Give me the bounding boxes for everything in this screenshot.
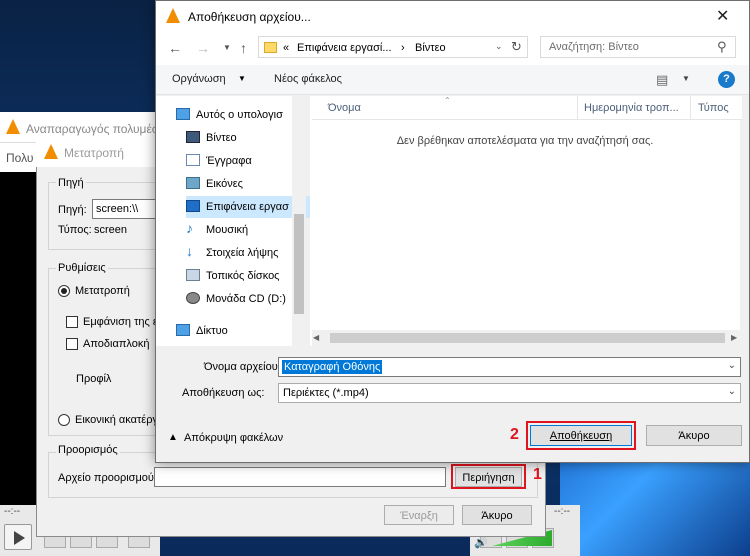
music-folder-icon: ♪ xyxy=(186,220,193,236)
source-input-value: screen:\\ xyxy=(96,203,139,215)
vlc-cone-icon xyxy=(6,119,20,134)
tree-scrollbar-thumb[interactable] xyxy=(294,214,304,314)
type-value: screen xyxy=(94,224,128,236)
convert-title: Μετατροπή xyxy=(64,146,124,160)
type-label: Τύπος: xyxy=(58,224,92,236)
scroll-left-icon[interactable]: ◀ xyxy=(313,333,319,342)
column-header: Όνομα ⌃ Ημερομηνία τροπ... Τύπος xyxy=(312,96,742,120)
cd-drive-icon xyxy=(186,292,200,304)
filename-input[interactable]: Καταγραφή Οθόνης ⌄ xyxy=(278,357,741,377)
show-output-label: Εμφάνιση της εξ xyxy=(83,316,155,328)
deinterlace-label: Αποδιαπλοκή xyxy=(83,338,150,350)
save-as-dropdown-icon[interactable]: ⌄ xyxy=(728,386,736,397)
column-type[interactable]: Τύπος xyxy=(698,102,729,114)
save-as-label: Αποθήκευση ως: xyxy=(182,387,265,399)
address-prefix: « xyxy=(283,42,290,54)
vlc-time-total: --:-- xyxy=(554,506,571,517)
new-folder-button[interactable]: Νέος φάκελος xyxy=(274,73,342,85)
column-name[interactable]: Όνομα xyxy=(328,102,361,114)
column-date[interactable]: Ημερομηνία τροπ... xyxy=(584,102,679,114)
filename-value: Καταγραφή Οθόνης xyxy=(282,360,383,374)
tree-item-label: Αυτός ο υπολογισ xyxy=(196,109,283,121)
destination-group-title: Προορισμός xyxy=(56,444,120,456)
save-button[interactable]: Αποθήκευση xyxy=(530,425,632,446)
source-input[interactable]: screen:\\ xyxy=(92,199,162,219)
sort-up-icon: ⌃ xyxy=(444,96,451,105)
filename-dropdown-icon[interactable]: ⌄ xyxy=(728,360,736,371)
filename-label: Όνομα αρχείου: xyxy=(204,361,281,373)
save-cancel-button[interactable]: Άκυρο xyxy=(646,425,742,446)
source-label: Πηγή: xyxy=(58,204,87,216)
source-group-title: Πηγή xyxy=(56,177,86,189)
deinterlace-checkbox[interactable] xyxy=(66,338,78,350)
view-dropdown-icon[interactable]: ▼ xyxy=(682,74,690,83)
desktop-folder-icon xyxy=(186,200,200,212)
save-title-bar: Αποθήκευση αρχείου... xyxy=(156,1,749,31)
network-icon xyxy=(176,324,190,336)
show-output-checkbox[interactable] xyxy=(66,316,78,328)
annotation-step-2: 2 xyxy=(510,426,519,443)
view-options-icon[interactable]: ▤ xyxy=(656,72,668,88)
vlc-cone-icon xyxy=(44,144,58,159)
search-icon: ⚲ xyxy=(717,39,727,54)
address-bar[interactable]: « Επιφάνεια εργασί... › Βίντεο ⌄ ↻ xyxy=(258,36,528,58)
vlc-menu-item[interactable]: Πολυ xyxy=(6,151,33,165)
annotation-step-1: 1 xyxy=(533,466,542,483)
vlc-time-elapsed: --:-- xyxy=(4,506,21,517)
command-toolbar: Οργάνωση ▼ Νέος φάκελος ▤ ▼ ? xyxy=(156,65,749,95)
history-dropdown-icon[interactable]: ▼ xyxy=(223,43,231,52)
back-arrow-icon[interactable]: ← xyxy=(168,40,182,56)
local-disk-icon xyxy=(186,269,200,281)
hide-folders-button[interactable]: Απόκρυψη φακέλων xyxy=(184,432,283,444)
forward-arrow-icon[interactable]: → xyxy=(196,40,210,56)
list-scrollbar-thumb[interactable] xyxy=(330,333,725,343)
start-button[interactable]: Έναρξη xyxy=(384,505,454,525)
navigation-pane: Αυτός ο υπολογισ Βίντεο Έγγραφα Εικόνες … xyxy=(156,96,322,346)
settings-group-title: Ρυθμίσεις xyxy=(56,262,108,274)
profile-label: Προφίλ xyxy=(76,373,112,385)
save-dialog-title: Αποθήκευση αρχείου... xyxy=(188,10,311,24)
help-icon[interactable]: ? xyxy=(718,71,735,88)
convert-radio[interactable] xyxy=(58,285,70,297)
column-separator xyxy=(690,96,691,120)
convert-radio-label: Μετατροπή xyxy=(75,285,130,297)
browse-button[interactable]: Περιήγηση xyxy=(455,467,522,487)
search-placeholder: Αναζήτηση: Βίντεο xyxy=(549,41,639,53)
address-separator: › xyxy=(401,42,405,54)
vlc-cone-icon xyxy=(166,8,180,23)
address-crumb-video[interactable]: Βίντεο xyxy=(415,42,446,54)
empty-message: Δεν βρέθηκαν αποτελέσματα για την αναζήτ… xyxy=(396,135,654,147)
organize-button[interactable]: Οργάνωση xyxy=(172,73,226,85)
downloads-folder-icon: ↓ xyxy=(186,243,193,259)
dump-raw-label: Εικονική ακατέργ xyxy=(75,414,157,426)
scroll-right-icon[interactable]: ▶ xyxy=(731,333,737,342)
dest-file-input[interactable] xyxy=(154,467,446,487)
address-crumb-desktop[interactable]: Επιφάνεια εργασί... xyxy=(297,42,392,54)
video-folder-icon xyxy=(186,131,200,143)
dest-file-label: Αρχείο προορισμού: xyxy=(58,472,157,484)
search-box[interactable]: Αναζήτηση: Βίντεο ⚲ xyxy=(540,36,736,58)
collapse-icon[interactable]: ▲ xyxy=(168,432,178,443)
tree-item-label: Δίκτυο xyxy=(196,325,228,337)
convert-cancel-button[interactable]: Άκυρο xyxy=(462,505,532,525)
refresh-icon[interactable]: ↻ xyxy=(511,39,522,55)
file-list xyxy=(310,96,740,346)
organize-dropdown-icon: ▼ xyxy=(238,74,246,83)
save-as-select[interactable]: Περιέκτες (*.mp4) ⌄ xyxy=(278,383,741,403)
close-icon[interactable]: ✕ xyxy=(716,6,729,26)
vlc-title: Αναπαραγωγός πολυμέσ xyxy=(26,122,160,136)
save-as-value: Περιέκτες (*.mp4) xyxy=(283,387,369,399)
vlc-play-button[interactable] xyxy=(4,524,32,550)
folder-icon xyxy=(264,42,277,53)
volume-icon[interactable]: 🔊 xyxy=(474,536,488,549)
pictures-folder-icon xyxy=(186,177,200,189)
column-separator xyxy=(577,96,578,120)
documents-folder-icon xyxy=(186,154,200,166)
address-dropdown-icon[interactable]: ⌄ xyxy=(495,41,503,52)
up-arrow-icon[interactable]: ↑ xyxy=(240,40,247,56)
dump-raw-radio[interactable] xyxy=(58,414,70,426)
computer-icon xyxy=(176,108,190,120)
